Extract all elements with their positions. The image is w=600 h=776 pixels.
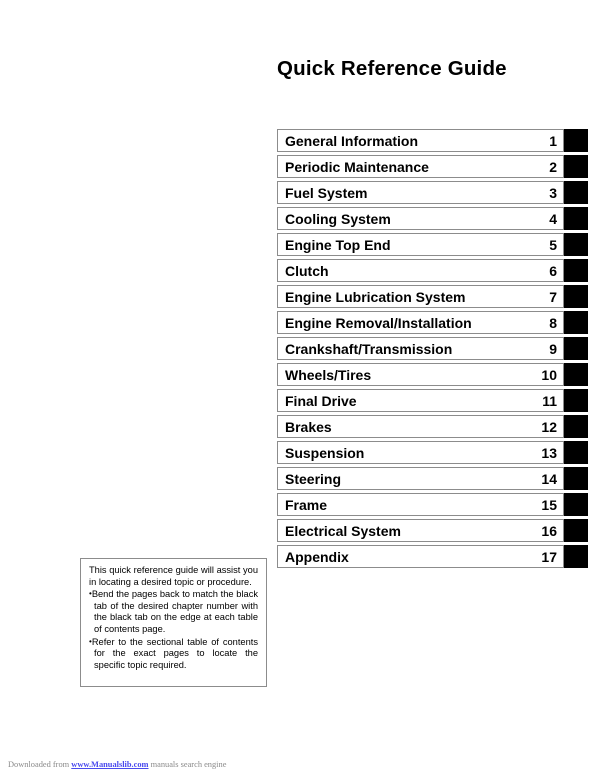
chapter-black-tab (564, 285, 588, 308)
chapter-number: 8 (549, 314, 557, 331)
chapter-label-box[interactable]: Engine Top End 5 (277, 233, 564, 256)
chapter-title: Periodic Maintenance (285, 158, 429, 175)
chapter-title: Steering (285, 470, 342, 487)
chapter-label-box[interactable]: Wheels/Tires 10 (277, 363, 564, 386)
chapter-black-tab (564, 519, 588, 542)
page-title: Quick Reference Guide (277, 57, 507, 80)
chapter-number: 11 (542, 392, 557, 409)
chapter-label-box[interactable]: Engine Removal/Installation 8 (277, 311, 564, 334)
chapter-title: Suspension (285, 444, 365, 461)
chapter-black-tab (564, 493, 588, 516)
chapter-title: Final Drive (285, 392, 357, 409)
chapter-black-tab (564, 415, 588, 438)
chapter-black-tab (564, 441, 588, 464)
chapter-black-tab (564, 233, 588, 256)
chapter-number: 16 (541, 522, 557, 539)
chapter-number: 15 (541, 496, 557, 513)
chapter-number: 14 (541, 470, 557, 487)
chapter-label-box[interactable]: Cooling System 4 (277, 207, 564, 230)
chapter-title: Brakes (285, 418, 332, 435)
chapter-label-box[interactable]: Clutch 6 (277, 259, 564, 282)
footer-prefix-text: Downloaded from (8, 760, 72, 769)
chapter-number: 1 (549, 132, 557, 149)
chapter-black-tab (564, 545, 588, 568)
chapter-row[interactable]: Wheels/Tires 10 (277, 363, 588, 386)
chapter-title: Engine Removal/Installation (285, 314, 472, 331)
chapter-row[interactable]: Electrical System 16 (277, 519, 588, 542)
chapter-title: Cooling System (285, 210, 391, 227)
chapter-black-tab (564, 259, 588, 282)
note-bullet-item: •Bend the pages back to match the black … (89, 588, 258, 635)
chapter-label-box[interactable]: Periodic Maintenance 2 (277, 155, 564, 178)
footer-attribution: Downloaded from www.Manualslib.com manua… (8, 760, 226, 769)
footer-suffix-text: manuals search engine (148, 760, 227, 769)
chapter-black-tab (564, 207, 588, 230)
note-bullet-text: Refer to the sectional table of contents… (91, 636, 258, 670)
chapter-number: 10 (541, 366, 557, 383)
chapter-black-tab (564, 467, 588, 490)
chapter-label-box[interactable]: Appendix 17 (277, 545, 564, 568)
chapter-label-box[interactable]: Crankshaft/Transmission 9 (277, 337, 564, 360)
chapter-label-box[interactable]: Engine Lubrication System 7 (277, 285, 564, 308)
chapter-title: Fuel System (285, 184, 368, 201)
chapter-index-table: General Information 1 Periodic Maintenance… (277, 129, 588, 571)
chapter-black-tab (564, 389, 588, 412)
chapter-title: General Information (285, 132, 419, 149)
chapter-row[interactable]: Engine Lubrication System 7 (277, 285, 588, 308)
chapter-row[interactable]: Crankshaft/Transmission 9 (277, 337, 588, 360)
chapter-number: 2 (549, 158, 557, 175)
chapter-row[interactable]: Fuel System 3 (277, 181, 588, 204)
chapter-label-box[interactable]: Fuel System 3 (277, 181, 564, 204)
chapter-black-tab (564, 337, 588, 360)
chapter-number: 4 (549, 210, 557, 227)
chapter-label-box[interactable]: Electrical System 16 (277, 519, 564, 542)
chapter-black-tab (564, 311, 588, 334)
chapter-title: Appendix (285, 548, 349, 565)
chapter-row[interactable]: Periodic Maintenance 2 (277, 155, 588, 178)
chapter-row[interactable]: Brakes 12 (277, 415, 588, 438)
chapter-row[interactable]: Engine Top End 5 (277, 233, 588, 256)
chapter-title: Frame (285, 496, 328, 513)
chapter-black-tab (564, 363, 588, 386)
chapter-number: 13 (541, 444, 557, 461)
chapter-black-tab (564, 181, 588, 204)
chapter-row[interactable]: Cooling System 4 (277, 207, 588, 230)
note-bullet-item: •Refer to the sectional table of content… (89, 636, 258, 672)
chapter-black-tab (564, 129, 588, 152)
chapter-title: Crankshaft/Transmission (285, 340, 453, 357)
chapter-number: 17 (541, 548, 557, 565)
chapter-black-tab (564, 155, 588, 178)
chapter-number: 6 (549, 262, 557, 279)
chapter-row[interactable]: Engine Removal/Installation 8 (277, 311, 588, 334)
chapter-row[interactable]: Steering 14 (277, 467, 588, 490)
chapter-label-box[interactable]: General Information 1 (277, 129, 564, 152)
chapter-number: 12 (541, 418, 557, 435)
chapter-row[interactable]: Final Drive 11 (277, 389, 588, 412)
chapter-label-box[interactable]: Final Drive 11 (277, 389, 564, 412)
chapter-number: 7 (549, 288, 557, 305)
note-bullet-list: •Bend the pages back to match the black … (89, 588, 258, 671)
chapter-label-box[interactable]: Suspension 13 (277, 441, 564, 464)
chapter-label-box[interactable]: Frame 15 (277, 493, 564, 516)
chapter-number: 9 (549, 340, 557, 357)
chapter-number: 3 (549, 184, 557, 201)
chapter-label-box[interactable]: Brakes 12 (277, 415, 564, 438)
chapter-title: Engine Lubrication System (285, 288, 466, 305)
chapter-row[interactable]: Clutch 6 (277, 259, 588, 282)
chapter-label-box[interactable]: Steering 14 (277, 467, 564, 490)
chapter-row[interactable]: General Information 1 (277, 129, 588, 152)
instruction-note-box: This quick reference guide will assist y… (80, 558, 267, 687)
note-intro-text: This quick reference guide will assist y… (89, 565, 258, 587)
chapter-row[interactable]: Frame 15 (277, 493, 588, 516)
chapter-title: Electrical System (285, 522, 401, 539)
chapter-title: Wheels/Tires (285, 366, 372, 383)
manualslib-link[interactable]: www.Manualslib.com (71, 760, 148, 769)
chapter-title: Clutch (285, 262, 329, 279)
note-bullet-text: Bend the pages back to match the black t… (91, 589, 258, 634)
chapter-row[interactable]: Appendix 17 (277, 545, 588, 568)
chapter-row[interactable]: Suspension 13 (277, 441, 588, 464)
chapter-title: Engine Top End (285, 236, 391, 253)
chapter-number: 5 (549, 236, 557, 253)
